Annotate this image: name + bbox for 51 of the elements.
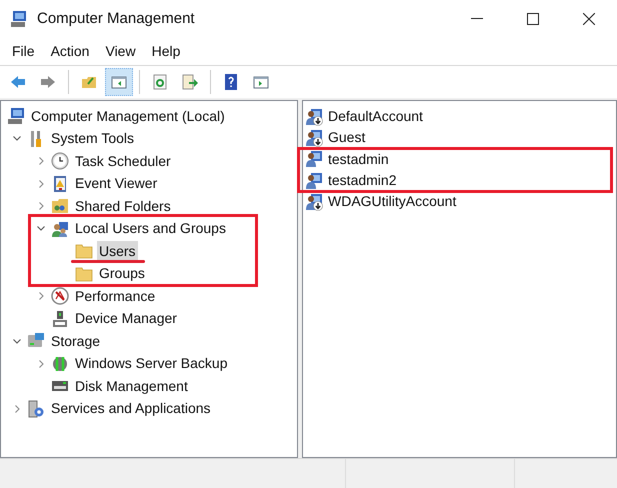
menu-item[interactable]: Action xyxy=(42,41,98,62)
back-arrow-icon xyxy=(9,73,27,91)
chevron-right-icon[interactable] xyxy=(14,404,20,413)
services-icon xyxy=(27,400,45,418)
shared-folder-icon xyxy=(51,197,69,216)
chevron-right-icon[interactable] xyxy=(38,360,44,368)
chevron-down-icon[interactable] xyxy=(37,226,45,232)
tree-item[interactable]: Users xyxy=(97,240,138,262)
refresh-icon xyxy=(151,73,169,91)
chevron-right-icon[interactable] xyxy=(38,180,44,188)
tree-item[interactable]: Task Scheduler xyxy=(73,150,173,172)
chevron-right-icon[interactable] xyxy=(38,202,44,210)
window-title: Computer Management xyxy=(37,8,195,29)
computer-icon xyxy=(10,10,28,28)
chevron-right-icon[interactable] xyxy=(38,157,44,166)
chevron-right-icon[interactable] xyxy=(38,292,44,300)
chevron-down-icon[interactable] xyxy=(13,338,21,344)
menu-item[interactable]: Help xyxy=(144,41,188,62)
tree-item[interactable]: System Tools xyxy=(49,128,136,150)
user-item[interactable]: testadmin2 xyxy=(328,170,396,192)
tree-item[interactable]: Windows Server Backup xyxy=(73,353,230,374)
help-icon xyxy=(222,73,240,91)
chevron-down-icon[interactable] xyxy=(13,136,21,142)
close-icon xyxy=(583,13,595,25)
tree-item[interactable]: Disk Management xyxy=(73,376,190,397)
tree-item[interactable]: Device Manager xyxy=(73,308,179,330)
export-icon xyxy=(181,73,199,91)
tree-item[interactable]: Local Users and Groups xyxy=(73,218,228,240)
tree-item[interactable]: Groups xyxy=(97,263,147,284)
tree-item[interactable]: Event Viewer xyxy=(73,173,160,194)
tree-item[interactable]: Computer Management (Local) xyxy=(29,106,227,127)
folder-icon xyxy=(75,264,93,283)
tree-item[interactable]: Performance xyxy=(73,286,158,307)
tree-item[interactable]: Storage xyxy=(49,330,102,352)
toolbar-button[interactable] xyxy=(105,68,133,96)
tree-item[interactable]: Shared Folders xyxy=(73,196,173,217)
computer-icon xyxy=(7,107,25,126)
backup-icon xyxy=(51,354,69,373)
gauge-icon xyxy=(51,287,69,306)
menu-item[interactable]: View xyxy=(97,41,144,62)
forward-arrow-icon xyxy=(39,73,57,91)
clock-icon xyxy=(51,152,69,170)
minimize-icon xyxy=(471,18,483,20)
maximize-icon xyxy=(527,13,539,25)
user-item[interactable]: testadmin xyxy=(328,148,389,170)
log-icon xyxy=(51,174,69,193)
tree-item[interactable]: Services and Applications xyxy=(49,398,213,420)
folder-icon xyxy=(75,242,93,260)
device-icon xyxy=(51,310,69,328)
menu-item[interactable]: File xyxy=(4,41,43,62)
users-icon xyxy=(51,220,69,238)
